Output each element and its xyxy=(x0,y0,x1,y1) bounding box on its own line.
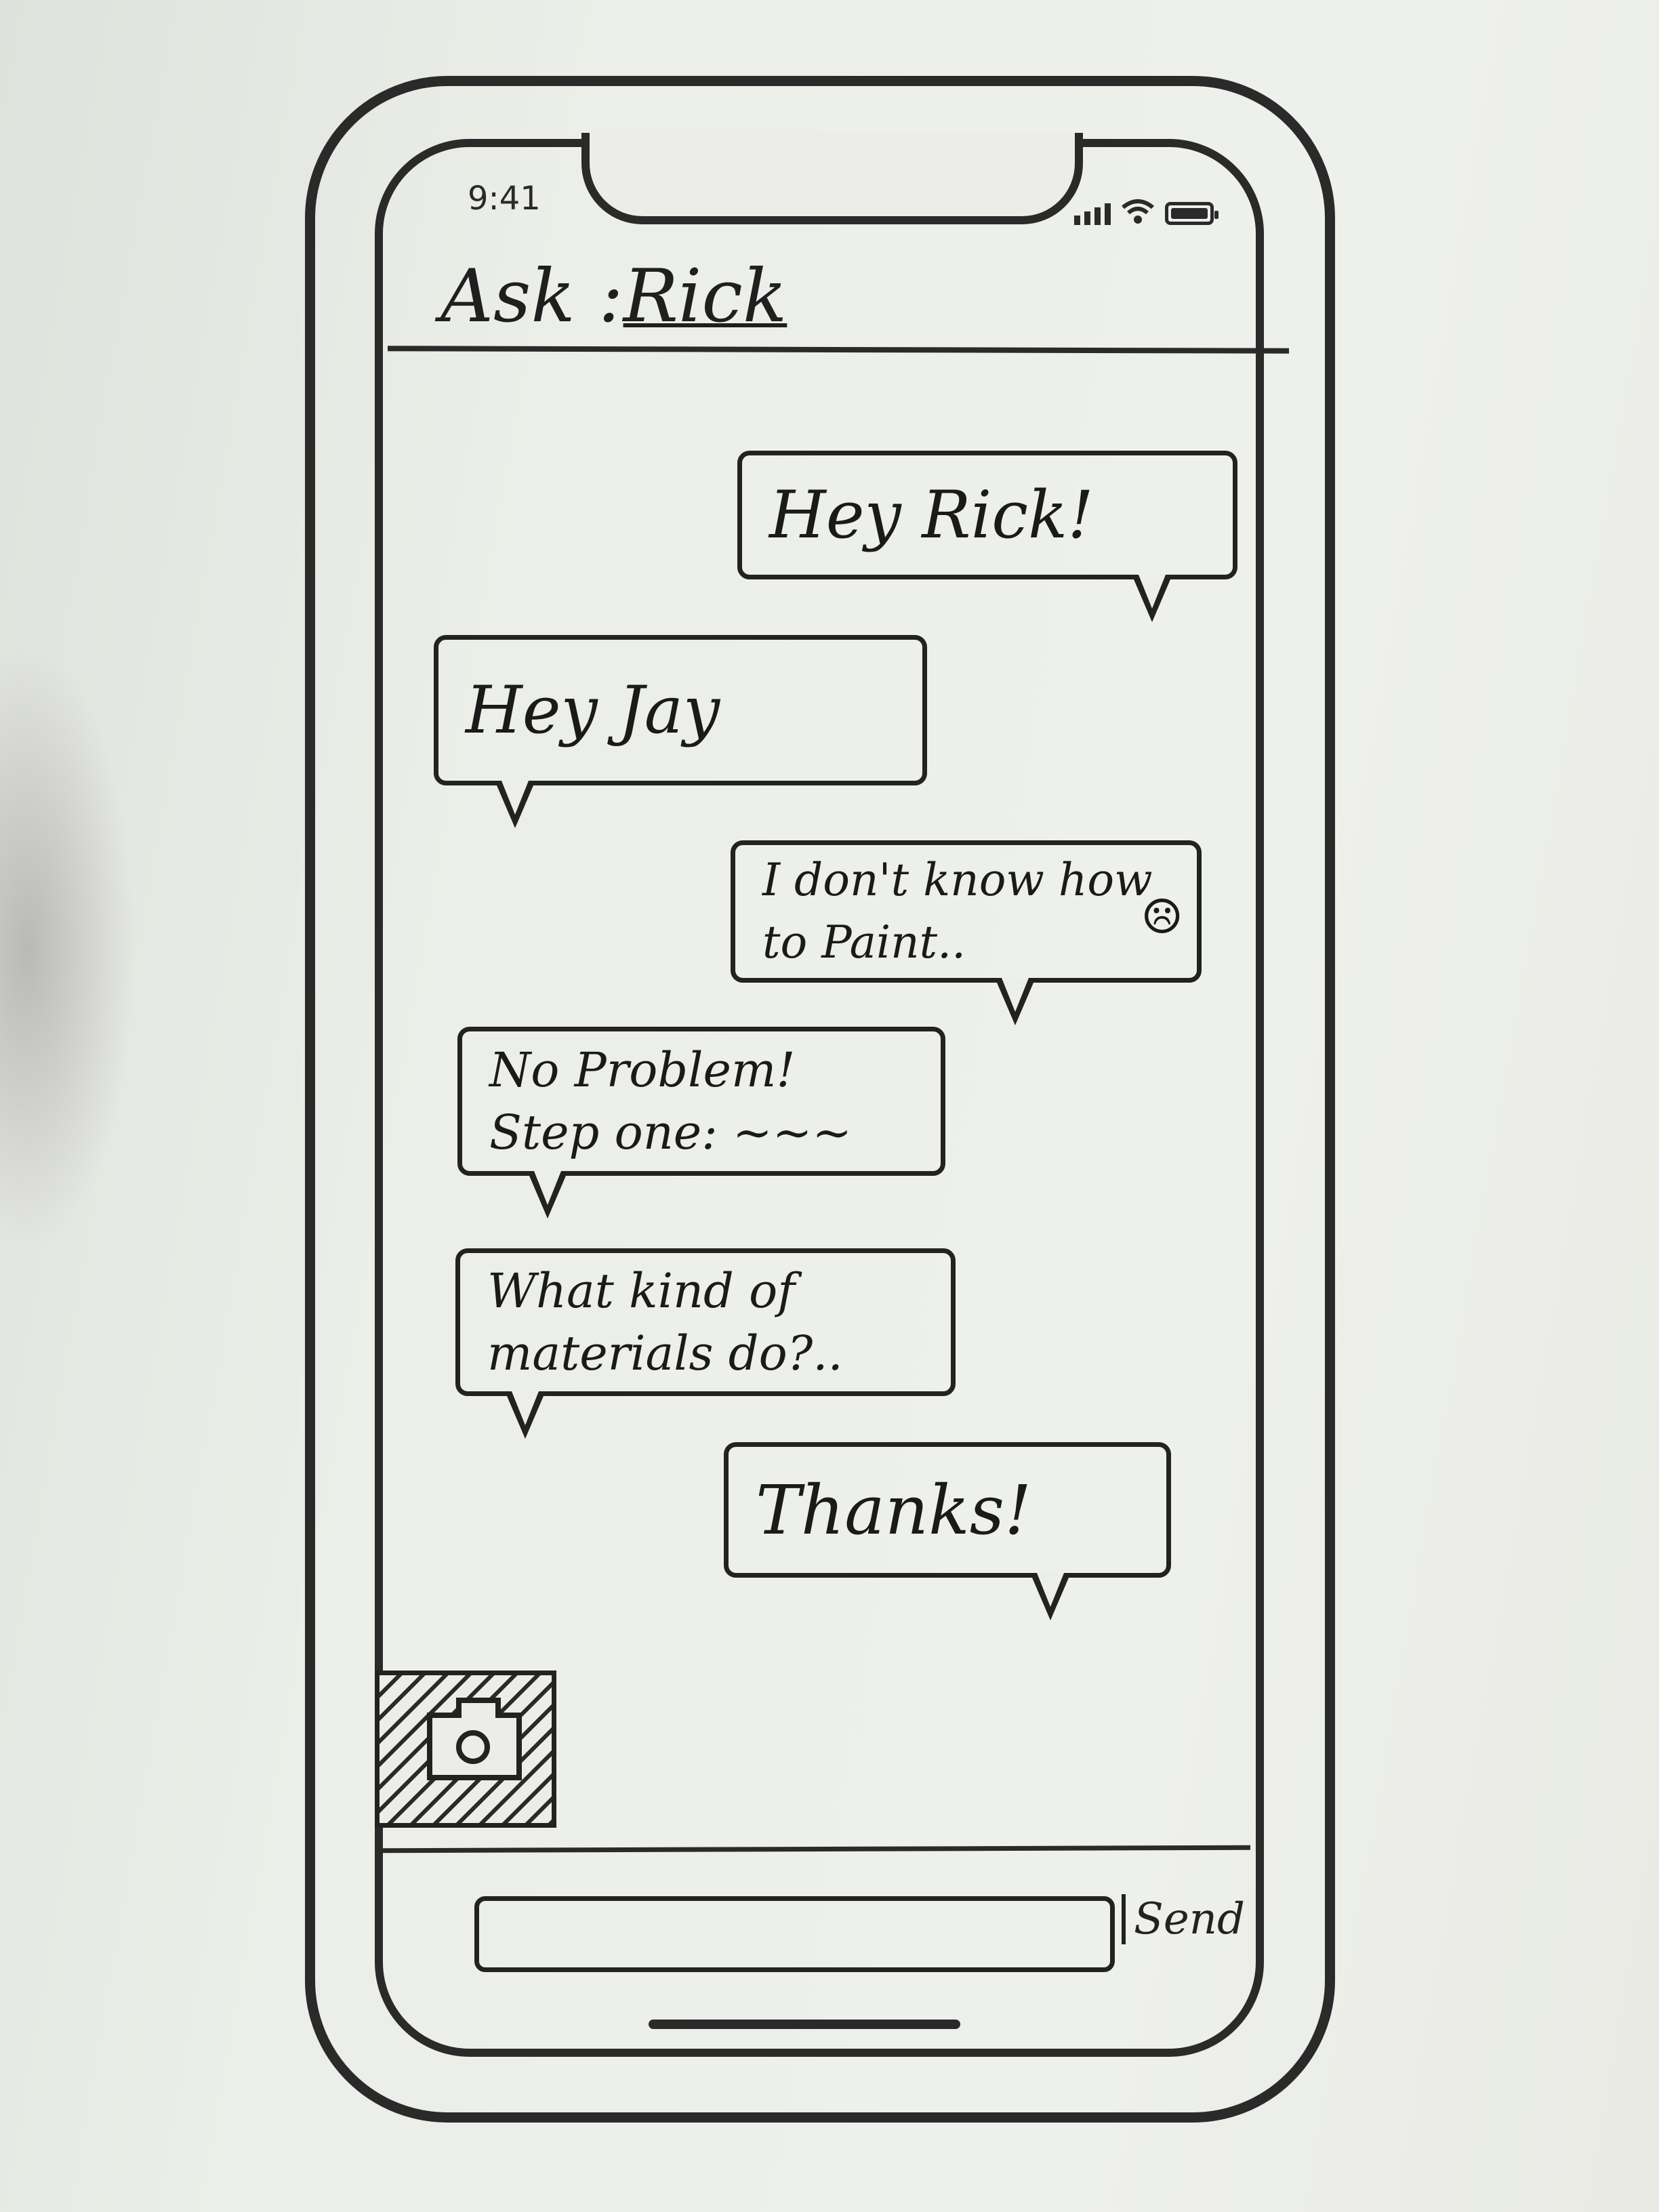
message-text: No Problem! Step one: ~~~ xyxy=(489,1042,853,1160)
message-text: Thanks! xyxy=(756,1470,1032,1550)
bubble-tail-fill xyxy=(1037,1573,1064,1607)
battery-icon xyxy=(1165,202,1218,225)
message-bubble-sent: Thanks! xyxy=(724,1442,1171,1578)
title-prefix: Ask : xyxy=(441,254,623,339)
send-button[interactable]: Send xyxy=(1122,1894,1245,1944)
message-bubble-received: No Problem! Step one: ~~~ xyxy=(457,1027,945,1176)
sad-face-emoji: ☹ xyxy=(1141,889,1183,945)
notch xyxy=(581,133,1083,224)
bubble-tail-fill xyxy=(512,1391,539,1425)
message-bubble-sent: I don't know how to Paint.. ☹ xyxy=(731,840,1202,983)
message-text: What kind of materials do?.. xyxy=(487,1263,843,1381)
bubble-tail-fill xyxy=(1002,978,1029,1012)
bubble-tail-fill xyxy=(501,781,529,815)
camera-icon xyxy=(427,1698,522,1780)
wifi-icon xyxy=(1122,199,1154,224)
status-icons xyxy=(1074,191,1218,225)
bubble-tail-fill xyxy=(534,1171,561,1205)
status-time: 9:41 xyxy=(468,180,541,218)
message-bubble-received: Hey Jay xyxy=(434,635,927,785)
home-indicator[interactable] xyxy=(649,2020,960,2029)
paper-shadow xyxy=(0,644,136,1254)
bubble-tail-fill xyxy=(1139,575,1166,609)
contact-name[interactable]: Rick xyxy=(623,254,787,339)
signal-icon xyxy=(1074,203,1111,225)
message-text: I don't know how to Paint.. xyxy=(762,854,1153,968)
message-bubble-received: What kind of materials do?.. xyxy=(455,1248,956,1396)
message-bubble-sent: Hey Rick! xyxy=(737,451,1237,579)
page-title: Ask :Rick xyxy=(441,254,787,339)
camera-button[interactable] xyxy=(375,1671,556,1828)
message-text: Hey Jay xyxy=(466,672,720,748)
message-text: Hey Rick! xyxy=(769,477,1094,553)
message-input[interactable] xyxy=(474,1896,1115,1972)
